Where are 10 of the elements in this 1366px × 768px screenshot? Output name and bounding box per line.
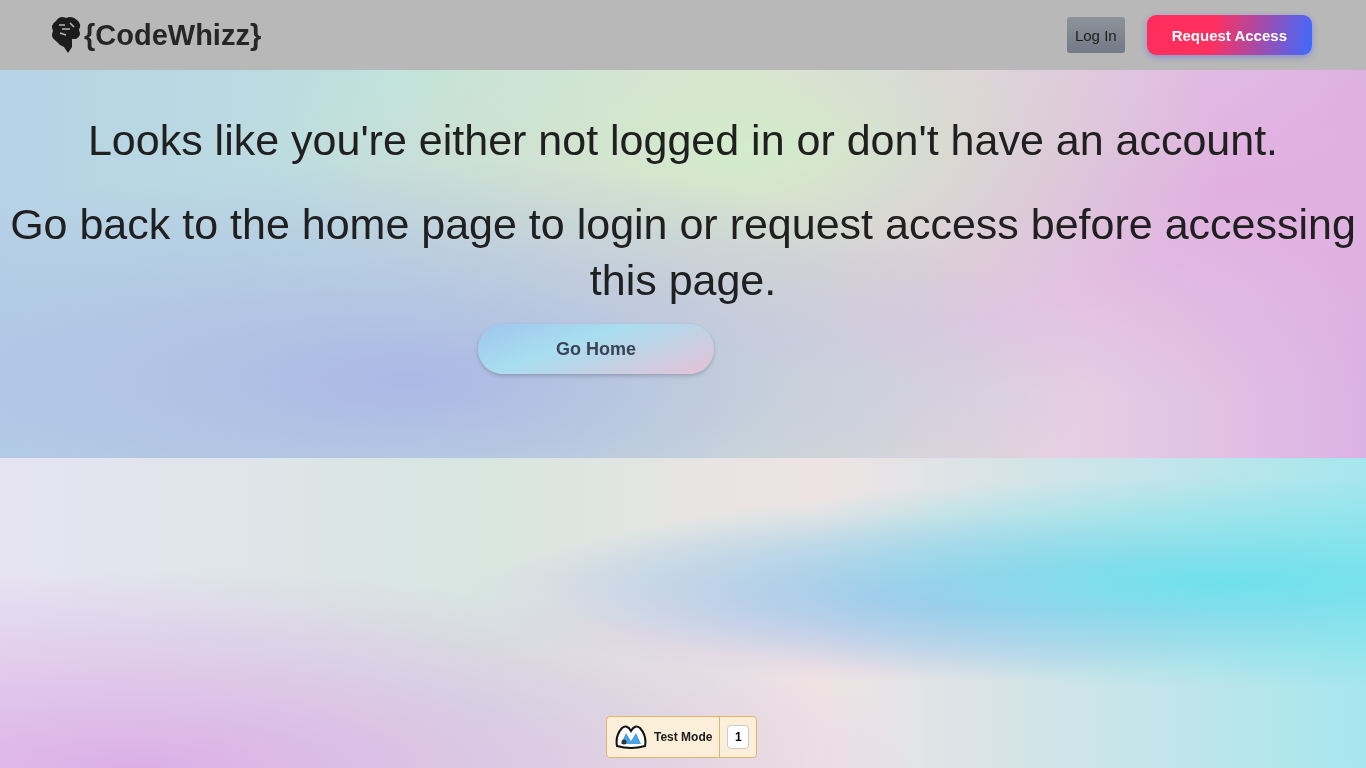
message-text: Go back to the home page to login or request access before accessing this page. [9, 199, 1357, 306]
test-mode-label: Test Mode [654, 730, 713, 744]
request-access-button[interactable]: Request Access [1146, 15, 1312, 55]
brain-icon [50, 15, 82, 55]
count-text: 1 [727, 725, 750, 749]
go-home-button[interactable]: Go Home [478, 324, 714, 374]
mountain-icon [614, 724, 648, 750]
message-text: Looks like you're either not logged in or don't have an account. [87, 115, 1279, 166]
logo-text: {CodeWhizz} [84, 18, 262, 52]
login-button[interactable]: Log In [1066, 17, 1125, 53]
